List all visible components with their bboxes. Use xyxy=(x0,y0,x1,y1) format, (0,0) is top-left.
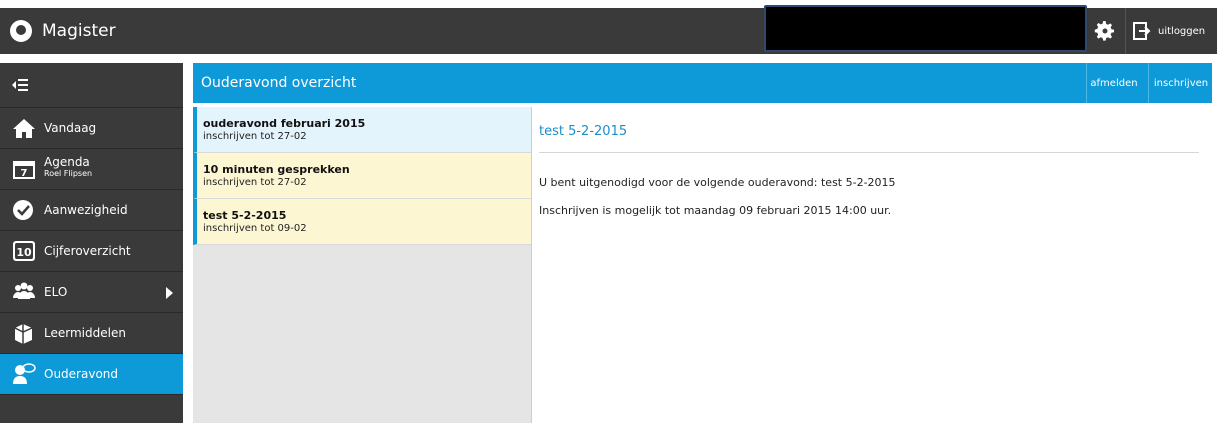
list-item-title: 10 minuten gesprekken xyxy=(203,163,350,176)
sidebar-item-label: Vandaag xyxy=(44,121,97,135)
header-divider xyxy=(1125,8,1126,54)
detail-invitation-text: U bent uitgenodigd voor de volgende oude… xyxy=(539,176,896,189)
list-item-subtitle: inschrijven tot 27-02 xyxy=(203,131,307,142)
redacted-search-box[interactable] xyxy=(764,5,1087,52)
check-circle-icon xyxy=(13,200,33,220)
main-header: Ouderavond overzicht afmelden inschrijve… xyxy=(193,63,1212,103)
list-item-title: test 5-2-2015 xyxy=(203,209,287,222)
sidebar-item-label: Leermiddelen xyxy=(44,326,126,340)
list-item-subtitle: inschrijven tot 27-02 xyxy=(203,177,307,188)
sidebar-item-agenda[interactable]: 7 Agenda Roel Flipsen xyxy=(0,149,183,190)
people-icon xyxy=(13,282,35,299)
sidebar-item-ouderavond[interactable]: Ouderavond xyxy=(0,354,183,395)
list-item[interactable]: 10 minuten gesprekken inschrijven tot 27… xyxy=(193,153,531,199)
sidebar-item-leermiddelen[interactable]: Leermiddelen xyxy=(0,313,183,354)
inschrijven-button[interactable]: inschrijven xyxy=(1148,63,1213,103)
sidebar-item-vandaag[interactable]: Vandaag xyxy=(0,108,183,149)
list-item-subtitle: inschrijven tot 09-02 xyxy=(203,223,307,234)
list-item-title: ouderavond februari 2015 xyxy=(203,117,366,130)
parent-evening-icon xyxy=(13,363,36,384)
sidebar-item-label: Aanwezigheid xyxy=(44,203,128,217)
detail-divider xyxy=(539,152,1199,153)
sidebar-item-label: Agenda xyxy=(44,155,90,169)
sidebar-item-label: Cijferoverzicht xyxy=(44,244,131,258)
magister-logo-icon xyxy=(10,20,32,42)
grade-10-icon: 10 xyxy=(13,241,35,261)
detail-panel: test 5-2-2015 U bent uitgenodigd voor de… xyxy=(532,107,1212,423)
detail-deadline-text: Inschrijven is mogelijk tot maandag 09 f… xyxy=(539,204,892,217)
app-title: Magister xyxy=(42,21,116,41)
page-title: Ouderavond overzicht xyxy=(201,75,357,91)
svg-text:7: 7 xyxy=(21,168,28,179)
list-item[interactable]: ouderavond februari 2015 inschrijven tot… xyxy=(193,107,531,153)
home-icon xyxy=(13,119,35,138)
gear-icon[interactable] xyxy=(1093,19,1117,43)
sidebar-item-sublabel: Roel Flipsen xyxy=(44,169,93,178)
ouderavond-list: ouderavond februari 2015 inschrijven tot… xyxy=(193,107,532,423)
chevron-right-icon xyxy=(166,287,173,299)
logout-label: uitloggen xyxy=(1158,25,1206,37)
books-icon xyxy=(14,324,33,344)
logout-icon xyxy=(1133,22,1151,40)
detail-title: test 5-2-2015 xyxy=(539,124,628,139)
list-item[interactable]: test 5-2-2015 inschrijven tot 09-02 xyxy=(193,199,531,245)
top-bar: Magister uitloggen xyxy=(0,5,1217,54)
sidebar-item-elo[interactable]: ELO xyxy=(0,272,183,313)
sidebar: Vandaag 7 Agenda Roel Flipsen Aanwezighe… xyxy=(0,63,183,423)
sidebar-collapse-button[interactable] xyxy=(0,63,183,108)
sidebar-item-label: Ouderavond xyxy=(44,367,119,381)
sidebar-item-label: ELO xyxy=(44,285,68,299)
sidebar-item-cijferoverzicht[interactable]: 10 Cijferoverzicht xyxy=(0,231,183,272)
svg-text:10: 10 xyxy=(16,246,32,259)
sidebar-item-aanwezigheid[interactable]: Aanwezigheid xyxy=(0,190,183,231)
collapse-menu-icon xyxy=(12,79,28,91)
calendar-icon: 7 xyxy=(13,161,35,179)
logout-button[interactable]: uitloggen xyxy=(1133,20,1205,42)
afmelden-button[interactable]: afmelden xyxy=(1086,63,1141,103)
brand[interactable]: Magister xyxy=(10,19,116,43)
